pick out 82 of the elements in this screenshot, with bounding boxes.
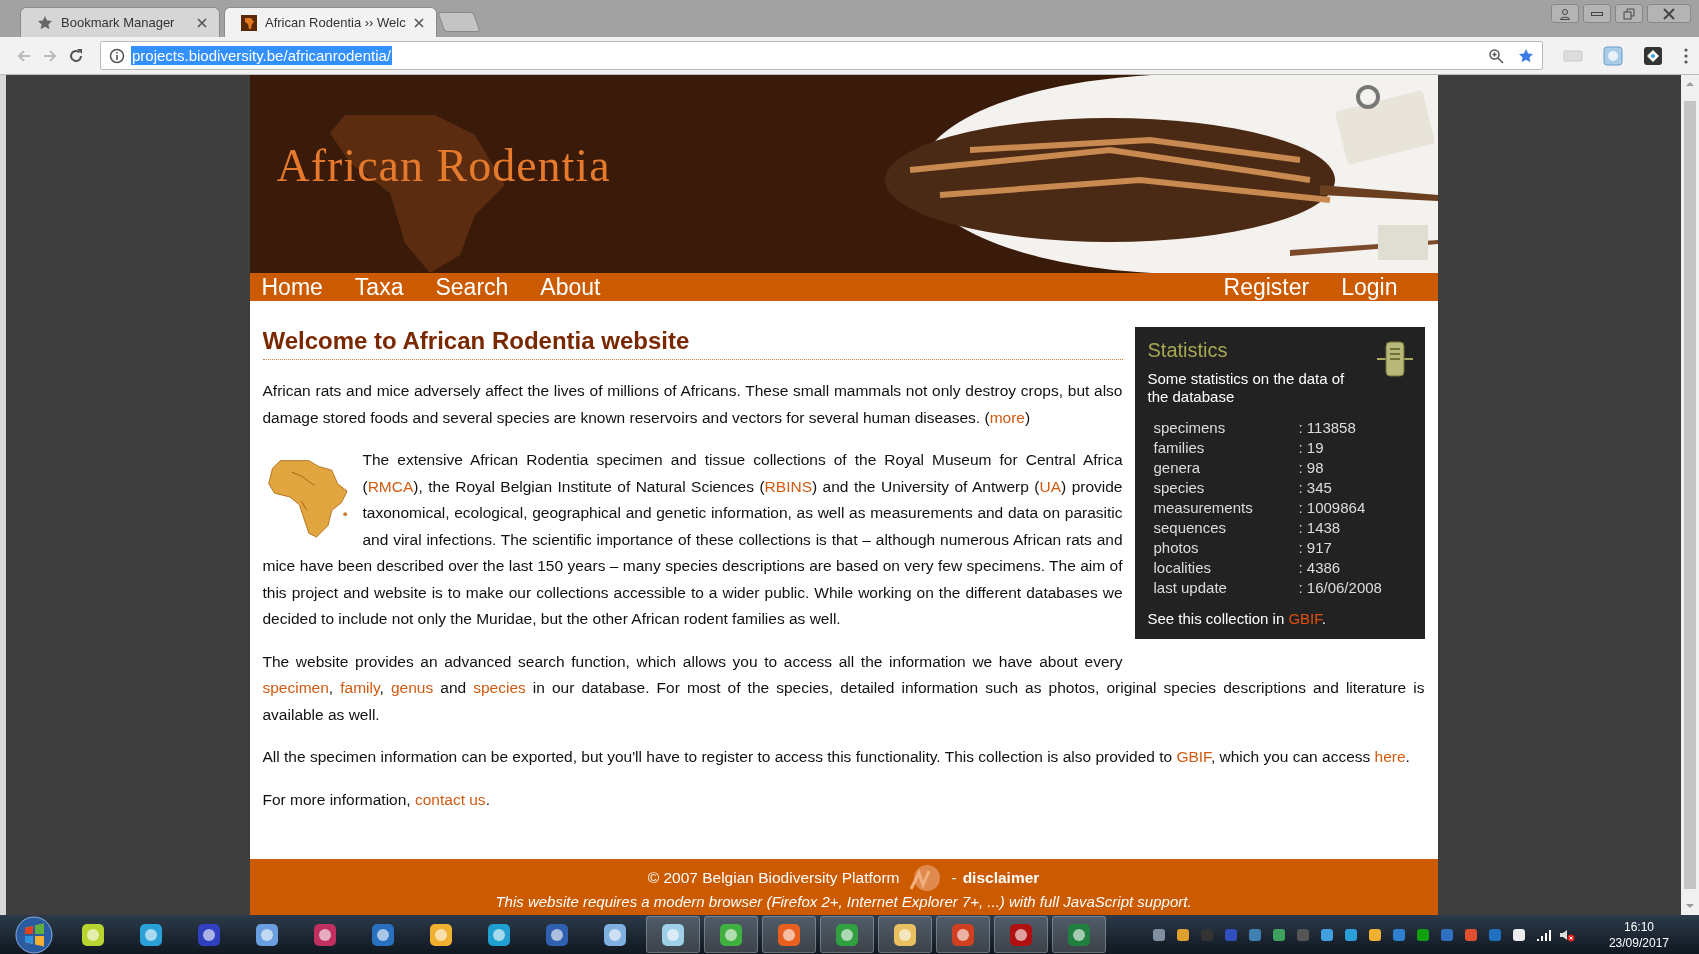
scrollbar-thumb[interactable] bbox=[1684, 101, 1696, 889]
start-button[interactable] bbox=[14, 914, 54, 954]
server-icon bbox=[1374, 339, 1415, 379]
tray-icon[interactable] bbox=[1174, 926, 1191, 943]
extension-icon[interactable] bbox=[1643, 45, 1663, 66]
scrollbar[interactable] bbox=[1681, 75, 1699, 915]
taskbar-button[interactable] bbox=[878, 916, 932, 953]
browser-tab[interactable]: Bookmark Manager bbox=[20, 7, 220, 37]
text-link[interactable]: species bbox=[473, 679, 526, 696]
taskbar-button[interactable] bbox=[704, 916, 758, 953]
stat-label: last update bbox=[1153, 578, 1228, 598]
taskbar-button[interactable] bbox=[762, 916, 816, 953]
browser-notice: This website requires a modern browser (Firefox 2+, Internet Explorer 7+, ...) with full JavaScript support. bbox=[494, 893, 1193, 911]
text-link[interactable]: GBIF bbox=[1288, 610, 1322, 627]
text-link[interactable]: GBIF bbox=[1176, 748, 1211, 765]
stat-value: : 1438 bbox=[1298, 518, 1342, 538]
nav-link[interactable]: Taxa bbox=[354, 273, 404, 301]
close-button[interactable] bbox=[1647, 4, 1691, 23]
panel-title: Statistics bbox=[1147, 339, 1229, 362]
nav-link[interactable]: About bbox=[540, 273, 601, 301]
nav-link[interactable]: Register bbox=[1223, 273, 1310, 301]
site-title: African Rodentia bbox=[276, 139, 611, 192]
star-icon[interactable] bbox=[1518, 47, 1534, 64]
separator-text: - bbox=[951, 869, 957, 887]
stat-value: : 16/06/2008 bbox=[1298, 578, 1383, 598]
panel-subtitle: Some statistics on the data of the database bbox=[1147, 370, 1346, 406]
nav-link[interactable]: Search bbox=[435, 273, 509, 301]
user-button[interactable] bbox=[1551, 4, 1579, 23]
collection-note: See this collection in GBIF. bbox=[1147, 610, 1327, 627]
paragraph: The website provides an advanced search function, which allows you to access all the information we have about every specimen, family, genus and species in our database. For most of the species, detailed information such as photos, original species descriptions and literature is available as well. bbox=[262, 651, 1425, 725]
paragraph: For more information, contact us. bbox=[262, 789, 491, 810]
text-link[interactable]: genus bbox=[390, 679, 434, 696]
stat-value: : 19 bbox=[1298, 438, 1325, 458]
taskbar-button[interactable] bbox=[820, 916, 874, 953]
text-link[interactable]: UA bbox=[1039, 477, 1062, 495]
text-link[interactable]: family bbox=[340, 679, 380, 696]
text-link[interactable]: more bbox=[989, 408, 1025, 426]
stat-label: families bbox=[1153, 438, 1206, 458]
stat-value: : 113858 bbox=[1298, 418, 1357, 438]
stat-value: : 1009864 bbox=[1298, 498, 1367, 518]
stat-label: specimens bbox=[1153, 418, 1227, 438]
user-icon bbox=[1559, 7, 1571, 20]
stat-value: : 917 bbox=[1298, 538, 1333, 558]
africa-map-icon bbox=[241, 14, 257, 31]
text-link[interactable]: contact us bbox=[414, 790, 486, 808]
minimize-button[interactable] bbox=[1583, 4, 1611, 23]
nav-link[interactable]: Home bbox=[261, 273, 323, 301]
clock-date[interactable]: 23/09/2017 bbox=[1608, 934, 1669, 951]
paragraph: All the specimen information can be exported, but you'll have to register to access this functionality. This collection is also provided to GBIF, which you can access here. bbox=[262, 747, 1411, 767]
clock-time[interactable]: 16:10 bbox=[1623, 918, 1654, 935]
info-icon bbox=[109, 47, 125, 64]
stat-label: sequences bbox=[1153, 518, 1228, 538]
browser-tab[interactable]: African Rodentia ›› Welc bbox=[224, 7, 437, 37]
stat-label: genera bbox=[1153, 458, 1202, 478]
star-icon bbox=[37, 14, 53, 31]
taskbar-button[interactable] bbox=[646, 916, 700, 953]
reload-icon[interactable] bbox=[68, 47, 84, 64]
tray-icon[interactable] bbox=[1366, 926, 1383, 943]
close-icon bbox=[1663, 7, 1675, 20]
page-heading: Welcome to African Rodentia website bbox=[262, 327, 1123, 360]
close-icon[interactable] bbox=[413, 17, 424, 28]
text-link[interactable]: specimen bbox=[262, 679, 329, 696]
stat-value: : 4386 bbox=[1298, 558, 1342, 578]
text-link[interactable]: RBINS bbox=[764, 477, 812, 495]
minimize-icon bbox=[1591, 11, 1603, 16]
stat-label: photos bbox=[1153, 538, 1200, 558]
tray-icon[interactable] bbox=[1318, 926, 1335, 943]
stat-value: : 345 bbox=[1298, 478, 1333, 498]
stat-label: measurements bbox=[1153, 498, 1254, 518]
close-icon[interactable] bbox=[197, 17, 207, 28]
stat-value: : 98 bbox=[1298, 458, 1325, 478]
zoom-icon[interactable] bbox=[1488, 47, 1504, 64]
nav-link[interactable]: Login bbox=[1341, 273, 1398, 301]
disclaimer-link[interactable]: disclaimer bbox=[962, 869, 1040, 887]
restore-icon bbox=[1623, 7, 1635, 20]
tray-icon[interactable] bbox=[1510, 926, 1527, 943]
text-link[interactable]: here bbox=[1374, 748, 1406, 765]
stat-label: species bbox=[1153, 478, 1206, 498]
copyright-text: © 2007 Belgian Biodiversity Platform bbox=[647, 869, 900, 887]
stat-label: localities bbox=[1153, 558, 1213, 578]
text-link[interactable]: RMCA bbox=[367, 477, 414, 495]
address-field[interactable]: projects.biodiversity.be/africanrodentia/ bbox=[100, 41, 1543, 70]
